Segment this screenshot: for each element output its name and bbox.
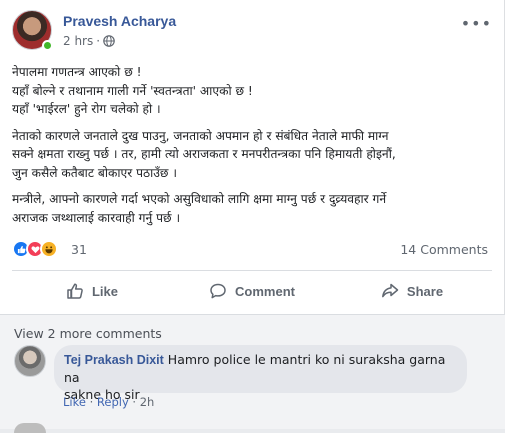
post-line: नेपालमा गणतन्त्र आएको छ ! xyxy=(12,65,142,79)
reaction-count[interactable]: 31 xyxy=(71,242,87,257)
like-button[interactable]: Like xyxy=(12,271,172,311)
comment-like-link[interactable]: Like xyxy=(63,395,86,409)
post-line: यहाँ बोल्ने र तथानाम गाली गर्ने 'स्वतन्त… xyxy=(12,83,253,98)
meta-separator: · xyxy=(96,34,101,48)
post-paragraph: नेताको कारणले जनताले दुख पाउनु, जनताको अ… xyxy=(12,127,497,183)
like-label: Like xyxy=(91,283,118,299)
globe-icon[interactable] xyxy=(103,35,115,47)
comment-bubble: Tej Prakash Dixit Hamro police le mantri… xyxy=(54,345,467,402)
share-button[interactable]: Share xyxy=(332,271,492,311)
next-commenter-avatar[interactable] xyxy=(14,423,46,433)
comment-icon xyxy=(210,283,226,299)
share-label: Share xyxy=(406,283,444,299)
comments-section: View 2 more comments Tej Prakash Dixit H… xyxy=(0,315,505,433)
post-line: जुन कसैले कतैबाट बोकाएर पठाउँछ । xyxy=(12,165,177,180)
post-header: Pravesh Acharya 2 hrs · ••• xyxy=(12,10,492,56)
reaction-icons[interactable] xyxy=(12,240,58,258)
post-line: यहाँ 'भाईरल' हुने रोग चलेको हो । xyxy=(12,102,161,116)
commenter-avatar[interactable] xyxy=(14,345,46,377)
comment-author[interactable]: Tej Prakash Dixit xyxy=(64,353,164,367)
share-icon xyxy=(381,283,399,298)
post-line: अराजक जथ्थालाई कारवाही गर्नु पर्छ । xyxy=(12,210,181,225)
comment-button[interactable]: Comment xyxy=(172,271,332,311)
view-more-comments-link[interactable]: View 2 more comments xyxy=(14,326,162,341)
post-time[interactable]: 2 hrs xyxy=(63,34,93,48)
reactions-bar: 31 14 Comments xyxy=(12,240,492,260)
comment-reply-link[interactable]: Reply xyxy=(97,395,129,409)
thumbs-up-icon xyxy=(67,283,83,299)
post-actions: Like Comment Share xyxy=(12,271,492,311)
more-options-icon[interactable]: ••• xyxy=(461,14,492,33)
haha-icon xyxy=(40,240,58,258)
post-text: नेपालमा गणतन्त्र आएको छ ! यहाँ बोल्ने र … xyxy=(12,63,497,235)
post-line: सक्ने क्षमता राख्नु पर्छ । तर, हामी त्यो… xyxy=(12,147,396,161)
author-name[interactable]: Pravesh Acharya xyxy=(63,13,176,29)
comment-time[interactable]: 2h xyxy=(140,395,155,409)
post-line: नेताको कारणले जनताले दुख पाउनु, जनताको अ… xyxy=(12,128,389,143)
post-paragraph: मन्त्रीले, आफ्नो कारणले गर्दा भएको असुवि… xyxy=(12,190,497,227)
comments-count-link[interactable]: 14 Comments xyxy=(400,242,488,257)
post-paragraph: नेपालमा गणतन्त्र आएको छ ! यहाँ बोल्ने र … xyxy=(12,63,497,119)
post-line: मन्त्रीले, आफ्नो कारणले गर्दा भएको असुवि… xyxy=(12,192,387,206)
comment-actions: Like · Reply · 2h xyxy=(63,395,155,409)
comment-label: Comment xyxy=(235,283,295,299)
post-meta: 2 hrs · xyxy=(63,34,115,48)
online-status-icon xyxy=(42,40,53,51)
post-card: Pravesh Acharya 2 hrs · ••• नेपालमा गणतन… xyxy=(0,0,505,433)
